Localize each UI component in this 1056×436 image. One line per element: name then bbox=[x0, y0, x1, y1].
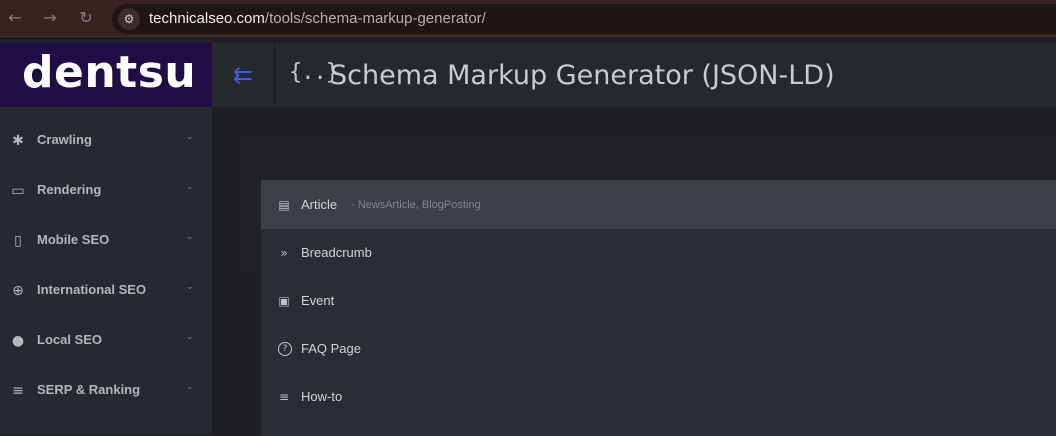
option-label: How-to bbox=[301, 389, 343, 404]
dropdown-option-breadcrumb[interactable]: » Breadcrumb bbox=[261, 229, 1056, 277]
url-path: /tools/schema-markup-generator/ bbox=[264, 10, 486, 27]
url-text[interactable]: technicalseo.com/tools/schema-markup-gen… bbox=[149, 10, 486, 27]
dropdown-option-event[interactable]: ▣ Event bbox=[261, 277, 1056, 325]
list-icon: ≡ bbox=[12, 383, 24, 399]
globe-icon: ⊕ bbox=[12, 283, 24, 299]
sidebar-item-local-seo[interactable]: ● Local SEO ⌄ bbox=[0, 317, 212, 365]
dropdown-option-faq-page[interactable]: ? FAQ Page bbox=[261, 325, 1056, 373]
monitor-icon: ▭ bbox=[11, 183, 25, 199]
sidebar-item-label: Mobile SEO bbox=[37, 232, 110, 247]
sidebar: ✱ Crawling ⌄ ▭ Rendering ⌄ ▯ Mobile SEO … bbox=[0, 107, 212, 435]
list-icon: ≡ bbox=[278, 390, 290, 404]
double-chevron-icon: » bbox=[280, 246, 288, 260]
sidebar-item-label: Crawling bbox=[37, 132, 92, 147]
option-label: Breadcrumb bbox=[301, 245, 372, 260]
chevron-down-icon: ⌄ bbox=[186, 282, 194, 292]
phone-icon: ▯ bbox=[14, 233, 22, 249]
chevron-down-icon: ⌄ bbox=[186, 182, 194, 192]
chevron-down-icon: ⌄ bbox=[186, 382, 194, 392]
dropdown-option-how-to[interactable]: ≡ How-to bbox=[261, 373, 1056, 421]
reload-icon[interactable]: ↻ bbox=[76, 8, 96, 28]
option-label: Article bbox=[301, 197, 338, 212]
location-pin-icon: ● bbox=[11, 333, 25, 349]
option-label: Event bbox=[301, 293, 335, 308]
chevron-down-icon: ⌄ bbox=[186, 332, 194, 342]
chevron-down-icon: ⌄ bbox=[186, 232, 194, 242]
sidebar-item-international-seo[interactable]: ⊕ International SEO ⌄ bbox=[0, 267, 212, 315]
sidebar-item-crawling[interactable]: ✱ Crawling ⌄ bbox=[0, 117, 212, 165]
site-info-icon[interactable]: ⚙ bbox=[118, 8, 140, 30]
question-circle-icon: ? bbox=[278, 342, 292, 356]
header-divider bbox=[274, 43, 275, 107]
forward-icon[interactable]: → bbox=[40, 8, 60, 28]
dropdown-option-article[interactable]: ▤ Article - NewsArticle, BlogPosting bbox=[261, 181, 1056, 229]
chevron-down-icon: ⌄ bbox=[186, 132, 194, 142]
sidebar-item-label: Local SEO bbox=[37, 332, 103, 347]
sidebar-item-rendering[interactable]: ▭ Rendering ⌄ bbox=[0, 167, 212, 215]
calendar-icon: ▣ bbox=[278, 294, 290, 308]
url-host: technicalseo.com bbox=[149, 10, 265, 27]
sidebar-toggle-icon[interactable]: ⇇ bbox=[229, 62, 257, 88]
schema-type-dropdown: ▤ Article - NewsArticle, BlogPosting » B… bbox=[261, 180, 1056, 436]
back-icon[interactable]: ← bbox=[5, 8, 25, 28]
schema-type-select[interactable] bbox=[241, 137, 1056, 180]
sidebar-item-label: SERP & Ranking bbox=[37, 382, 141, 397]
page-title: Schema Markup Generator (JSON-LD) bbox=[330, 60, 835, 91]
bug-icon: ✱ bbox=[12, 133, 24, 149]
sidebar-item-serp-ranking[interactable]: ≡ SERP & Ranking ⌄ bbox=[0, 367, 212, 415]
sidebar-item-label: International SEO bbox=[37, 282, 147, 297]
sidebar-item-mobile-seo[interactable]: ▯ Mobile SEO ⌄ bbox=[0, 217, 212, 265]
dentsu-logo[interactable]: dentsu bbox=[22, 47, 196, 98]
article-icon: ▤ bbox=[278, 198, 290, 212]
option-label: FAQ Page bbox=[301, 341, 361, 356]
sidebar-item-label: Rendering bbox=[37, 182, 102, 197]
option-subtitle: - NewsArticle, BlogPosting bbox=[351, 199, 481, 211]
